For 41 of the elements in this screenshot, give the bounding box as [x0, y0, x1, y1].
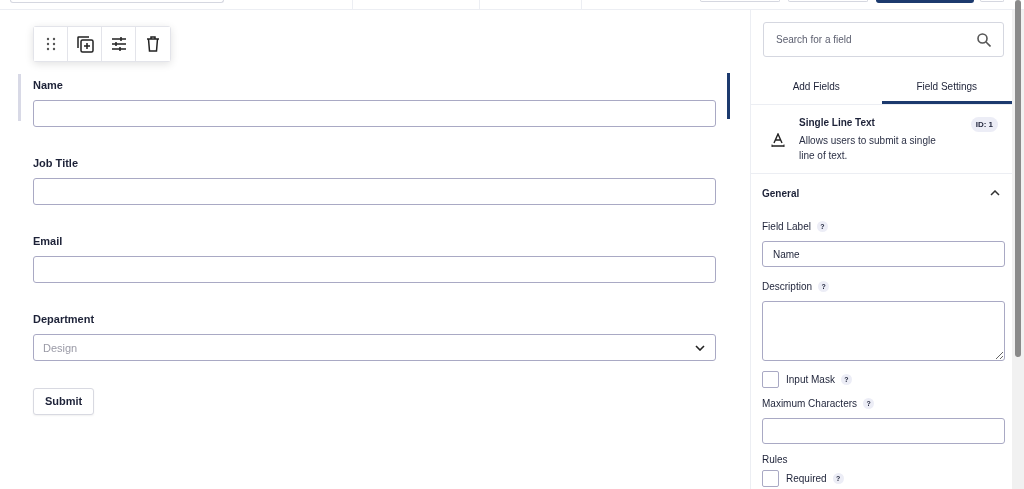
settings-button[interactable] — [102, 27, 136, 61]
submit-button[interactable]: Submit — [33, 387, 95, 415]
setting-label: Description — [762, 280, 813, 292]
checkbox-label: Input Mask — [786, 374, 835, 385]
field-label: Job Title — [33, 157, 80, 170]
selection-bar — [727, 73, 730, 119]
text-field[interactable] — [33, 100, 716, 127]
select-placeholder: Design — [43, 341, 78, 354]
text-field[interactable] — [33, 178, 716, 205]
field-label: Email — [33, 235, 64, 248]
top-bar-button[interactable] — [876, 0, 974, 3]
search-icon — [977, 32, 991, 47]
field-label: Name — [33, 79, 64, 92]
tab[interactable]: Add Fields — [751, 71, 882, 104]
trash-icon — [146, 36, 160, 52]
id-badge: ID: 1 — [970, 117, 998, 132]
field-type-title: Single Line Text — [799, 117, 876, 128]
checkbox[interactable] — [762, 470, 779, 487]
checkbox-label: Required — [786, 473, 827, 484]
text-field[interactable] — [33, 256, 716, 283]
chevron-up-icon[interactable] — [990, 190, 1000, 196]
setting-label: Maximum Characters — [762, 397, 858, 409]
drag-handle-icon — [45, 37, 56, 51]
section-title: General — [762, 187, 800, 199]
text-input[interactable] — [762, 418, 1005, 444]
rules-heading: Rules — [762, 454, 789, 465]
sliders-icon — [110, 37, 127, 51]
duplicate-button[interactable] — [68, 27, 102, 61]
text-input[interactable]: Name — [762, 241, 1005, 267]
text-field-icon — [771, 133, 785, 147]
checkbox[interactable] — [762, 371, 779, 388]
search-field[interactable]: Search for a field — [763, 22, 1004, 57]
field-type-description: Allows users to submit a single line of text. — [799, 134, 937, 163]
duplicate-icon — [75, 35, 94, 53]
drag-button[interactable] — [34, 27, 68, 61]
setting-label: Field Label — [762, 220, 811, 232]
textarea-field[interactable] — [762, 301, 1005, 361]
delete-button[interactable] — [136, 27, 170, 61]
search-placeholder: Search for a field — [776, 34, 852, 45]
field-label: Department — [33, 313, 96, 326]
chevron-down-icon — [695, 344, 705, 351]
